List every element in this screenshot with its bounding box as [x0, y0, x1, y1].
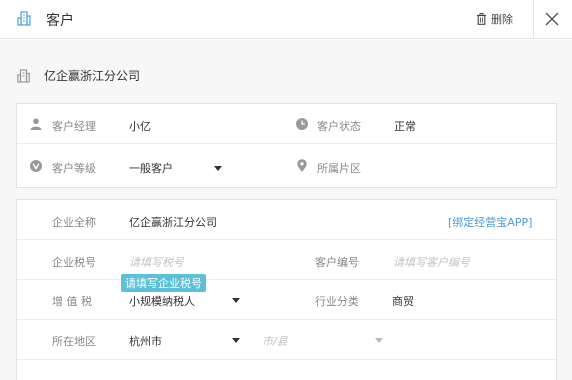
chevron-down-icon[interactable]	[232, 298, 240, 303]
person-icon	[30, 118, 42, 130]
manager-status-row: 客户经理 小亿 客户状态 正常	[17, 104, 556, 144]
tax-number-input[interactable]: 请填写税号	[129, 254, 184, 270]
fullname-row: 企业全称 亿企赢浙江分公司 [绑定经营宝APP]	[17, 200, 556, 240]
area-row: 所在地区 杭州市 市/县	[17, 320, 556, 360]
vat-industry-row: 增 值 税 小规模纳税人 行业分类 商贸	[17, 280, 556, 320]
tax-code-row: 企业税号 请填写税号 请填写企业税号 客户编号 请填写客户编号	[17, 240, 556, 292]
delete-button[interactable]: 删除	[476, 11, 513, 27]
industry-value[interactable]: 商贸	[392, 293, 414, 309]
fullname-value[interactable]: 亿企赢浙江分公司	[129, 214, 217, 230]
fullname-label: 企业全称	[52, 216, 96, 229]
status-label: 客户状态	[317, 120, 361, 133]
industry-label: 行业分类	[315, 295, 359, 308]
dialog-header: 客户 删除	[0, 0, 572, 39]
company-detail-card: 企业全称 亿企赢浙江分公司 [绑定经营宝APP] 企业税号 请填写税号 请填写企…	[16, 199, 557, 380]
close-icon[interactable]	[545, 12, 559, 26]
county-select[interactable]: 市/县	[262, 333, 288, 349]
trash-icon	[477, 13, 486, 25]
company-name: 亿企赢浙江分公司	[44, 69, 141, 83]
manager-value[interactable]: 小亿	[129, 118, 151, 134]
delete-label: 删除	[491, 13, 513, 26]
vat-select[interactable]: 小规模纳税人	[129, 293, 195, 309]
status-value[interactable]: 正常	[394, 118, 416, 134]
tax-label: 企业税号	[52, 256, 96, 269]
level-select[interactable]: 一般客户	[129, 160, 173, 176]
chevron-down-icon[interactable]	[232, 338, 240, 343]
vat-label: 增 值 税	[52, 295, 92, 308]
customer-code-label: 客户编号	[315, 256, 359, 269]
city-select[interactable]: 杭州市	[129, 333, 162, 349]
building-icon	[17, 68, 30, 83]
manager-label: 客户经理	[52, 120, 96, 133]
chevron-down-icon[interactable]	[214, 166, 222, 171]
area-label: 所在地区	[52, 335, 96, 348]
basic-info-card: 客户经理 小亿 客户状态 正常 客户等级 一般客户 所属片区	[16, 103, 557, 188]
chevron-down-icon[interactable]	[375, 338, 383, 343]
company-heading: 亿企赢浙江分公司	[17, 67, 140, 84]
customer-code-input[interactable]: 请填写客户编号	[393, 254, 470, 270]
region-label: 所属片区	[317, 162, 361, 175]
location-pin-icon	[297, 159, 307, 172]
dialog-body: 亿企赢浙江分公司 客户经理 小亿 客户状态 正常 客户等级 一般客户 所属片区 …	[0, 40, 572, 380]
header-divider	[533, 0, 534, 39]
dialog-title: 客户	[46, 13, 74, 29]
level-label: 客户等级	[52, 162, 96, 175]
building-icon	[17, 11, 31, 26]
level-icon	[30, 160, 42, 172]
clock-icon	[296, 118, 308, 130]
bind-app-link[interactable]: [绑定经营宝APP]	[448, 214, 532, 230]
level-region-row: 客户等级 一般客户 所属片区	[17, 145, 556, 185]
